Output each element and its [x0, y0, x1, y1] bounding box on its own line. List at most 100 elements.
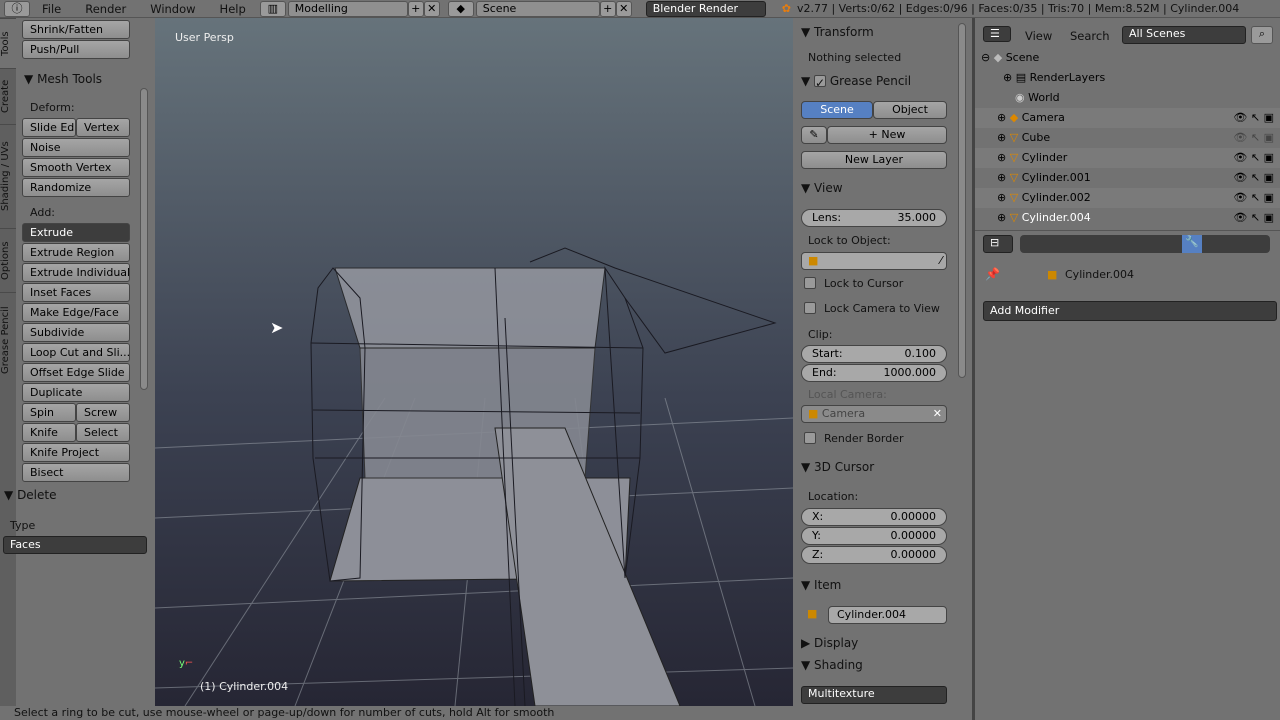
knife-button[interactable]: Knife	[22, 423, 76, 442]
add-layout-icon[interactable]: +	[407, 0, 424, 17]
item-header[interactable]: ▼ Item	[801, 578, 841, 592]
visibility-icons[interactable]: 👁 ↖ ▣	[1233, 108, 1274, 128]
delete-header[interactable]: ▼ Delete	[4, 488, 57, 502]
new-layer-button[interactable]: New Layer	[801, 151, 947, 169]
outliner-editor-icon[interactable]: ☰	[983, 26, 1011, 42]
clip-end-field[interactable]: End: 1000.000	[801, 364, 947, 382]
tab-tools[interactable]: Tools	[0, 18, 16, 68]
lock-cursor-checkbox[interactable]	[804, 277, 816, 289]
sidebar-scrollbar[interactable]	[958, 23, 966, 378]
outliner-row-cylinder-001[interactable]: ⊕ ▽ Cylinder.001 👁 ↖ ▣	[975, 168, 1280, 188]
properties-editor-icon[interactable]: ⊟	[983, 235, 1013, 253]
item-name-field[interactable]: Cylinder.004	[828, 606, 947, 624]
lens-field[interactable]: Lens: 35.000	[801, 209, 947, 227]
outliner-row-cube[interactable]: ⊕ ▽ Cube 👁 ↖ ▣	[975, 128, 1280, 148]
transform-header[interactable]: ▼ Transform	[801, 25, 874, 39]
3d-cursor-title: 3D Cursor	[814, 460, 875, 474]
view-header[interactable]: ▼ View	[801, 181, 843, 195]
remove-layout-icon[interactable]: ✕	[423, 0, 440, 17]
render-engine-select[interactable]: Blender Render	[645, 0, 766, 17]
outliner-search-menu[interactable]: Search	[1070, 29, 1110, 43]
loop-cut-button[interactable]: Loop Cut and Sli...	[22, 343, 130, 362]
tab-grease-pencil[interactable]: Grease Pencil	[0, 292, 16, 388]
offset-edge-slide-button[interactable]: Offset Edge Slide	[22, 363, 130, 382]
visibility-icons[interactable]: 👁 ↖ ▣	[1233, 188, 1274, 208]
slide-vertex-button[interactable]: Vertex	[76, 118, 130, 137]
menu-file[interactable]: File	[30, 2, 73, 16]
pin-icon[interactable]: 📌	[985, 267, 1000, 281]
tab-options[interactable]: Options	[0, 228, 16, 292]
cursor-y-field[interactable]: Y: 0.00000	[801, 527, 947, 545]
clip-start-field[interactable]: Start: 0.100	[801, 345, 947, 363]
pencil-icon[interactable]: ✎	[801, 126, 827, 144]
outliner-row-cylinder[interactable]: ⊕ ▽ Cylinder 👁 ↖ ▣	[975, 148, 1280, 168]
menu-window[interactable]: Window	[138, 2, 207, 16]
tool-shelf-scrollbar[interactable]	[140, 88, 148, 390]
visibility-icons[interactable]: 👁 ↖ ▣	[1233, 208, 1274, 228]
knife-select-button[interactable]: Select	[76, 423, 130, 442]
subdivide-button[interactable]: Subdivide	[22, 323, 130, 342]
extrude-dropdown[interactable]: Extrude	[22, 223, 130, 242]
eyedropper-icon[interactable]: ⁄	[940, 253, 946, 269]
mesh-tools-header[interactable]: ▼ Mesh Tools	[24, 72, 102, 86]
new-grease-button[interactable]: + New	[827, 126, 947, 144]
visibility-icons[interactable]: 👁 ↖ ▣	[1233, 168, 1274, 188]
scene-icon[interactable]: ◆	[447, 0, 474, 17]
visibility-icons[interactable]: 👁 ↖ ▣	[1233, 128, 1274, 148]
tab-create[interactable]: Create	[0, 68, 16, 124]
cursor-x-field[interactable]: X: 0.00000	[801, 508, 947, 526]
push-pull-button[interactable]: Push/Pull	[22, 40, 130, 59]
tab-shading-uvs[interactable]: Shading / UVs	[0, 124, 16, 228]
add-modifier-select[interactable]: Add Modifier	[983, 301, 1277, 321]
outliner-row-camera[interactable]: ⊕ ◆ Camera 👁 ↖ ▣	[975, 108, 1280, 128]
inset-faces-button[interactable]: Inset Faces	[22, 283, 130, 302]
outliner-filter-select[interactable]: All Scenes	[1122, 26, 1246, 44]
local-camera-field[interactable]: ■ Camera ✕	[801, 405, 947, 423]
randomize-button[interactable]: Randomize	[22, 178, 130, 197]
scene-select[interactable]: Scene	[475, 0, 600, 17]
menu-render[interactable]: Render	[73, 2, 138, 16]
outliner-row-cylinder-002[interactable]: ⊕ ▽ Cylinder.002 👁 ↖ ▣	[975, 188, 1280, 208]
display-header[interactable]: ▶ Display	[801, 636, 858, 650]
info-editor-icon[interactable]: ⓘ	[4, 0, 30, 17]
outliner-view-menu[interactable]: View	[1025, 29, 1052, 43]
outliner-row-scene[interactable]: ⊖ ◆ Scene	[975, 48, 1280, 68]
cursor-z-field[interactable]: Z: 0.00000	[801, 546, 947, 564]
shrink-fatten-button[interactable]: Shrink/Fatten	[22, 20, 130, 39]
wrench-modifier-icon[interactable]: 🔧	[1182, 235, 1202, 253]
layout-icon[interactable]: ▥	[259, 0, 286, 17]
grease-pencil-header[interactable]: ▼ ✓ Grease Pencil	[801, 73, 911, 90]
3d-viewport[interactable]: User Persp y⌐ (1) Cylinder.004 ➤	[155, 18, 793, 706]
tab-object-source[interactable]: Object	[873, 101, 947, 119]
duplicate-button[interactable]: Duplicate	[22, 383, 130, 402]
smooth-vertex-button[interactable]: Smooth Vertex	[22, 158, 130, 177]
noise-button[interactable]: Noise	[22, 138, 130, 157]
search-icon[interactable]: ⌕	[1251, 26, 1273, 44]
screw-button[interactable]: Screw	[76, 403, 130, 422]
outliner-row-world[interactable]: ◉ World	[975, 88, 1280, 108]
add-scene-icon[interactable]: +	[599, 0, 616, 17]
grease-pencil-checkbox[interactable]: ✓	[814, 75, 827, 90]
layout-select[interactable]: Modelling	[287, 0, 408, 17]
shading-header[interactable]: ▼ Shading	[801, 658, 863, 672]
delete-type-select[interactable]: Faces	[3, 536, 147, 554]
outliner-row-cylinder-004[interactable]: ⊕ ▽ Cylinder.004 👁 ↖ ▣	[975, 208, 1280, 228]
bisect-button[interactable]: Bisect	[22, 463, 130, 482]
make-edge-face-button[interactable]: Make Edge/Face	[22, 303, 130, 322]
shading-select[interactable]: Multitexture	[801, 686, 947, 704]
extrude-region-button[interactable]: Extrude Region	[22, 243, 130, 262]
lock-camera-checkbox[interactable]	[804, 302, 816, 314]
clear-icon[interactable]: ✕	[933, 406, 946, 422]
knife-project-button[interactable]: Knife Project	[22, 443, 130, 462]
outliner-row-renderlayers[interactable]: ⊕ ▤ RenderLayers	[975, 68, 1280, 88]
tab-scene-source[interactable]: Scene	[801, 101, 873, 119]
lock-object-field[interactable]: ■ ⁄	[801, 252, 947, 270]
remove-scene-icon[interactable]: ✕	[615, 0, 632, 17]
extrude-individual-button[interactable]: Extrude Individual	[22, 263, 130, 282]
render-border-checkbox[interactable]	[804, 432, 816, 444]
3d-cursor-header[interactable]: ▼ 3D Cursor	[801, 460, 874, 474]
visibility-icons[interactable]: 👁 ↖ ▣	[1233, 148, 1274, 168]
menu-help[interactable]: Help	[208, 2, 258, 16]
spin-button[interactable]: Spin	[22, 403, 76, 422]
slide-edge-button[interactable]: Slide Ed	[22, 118, 76, 137]
